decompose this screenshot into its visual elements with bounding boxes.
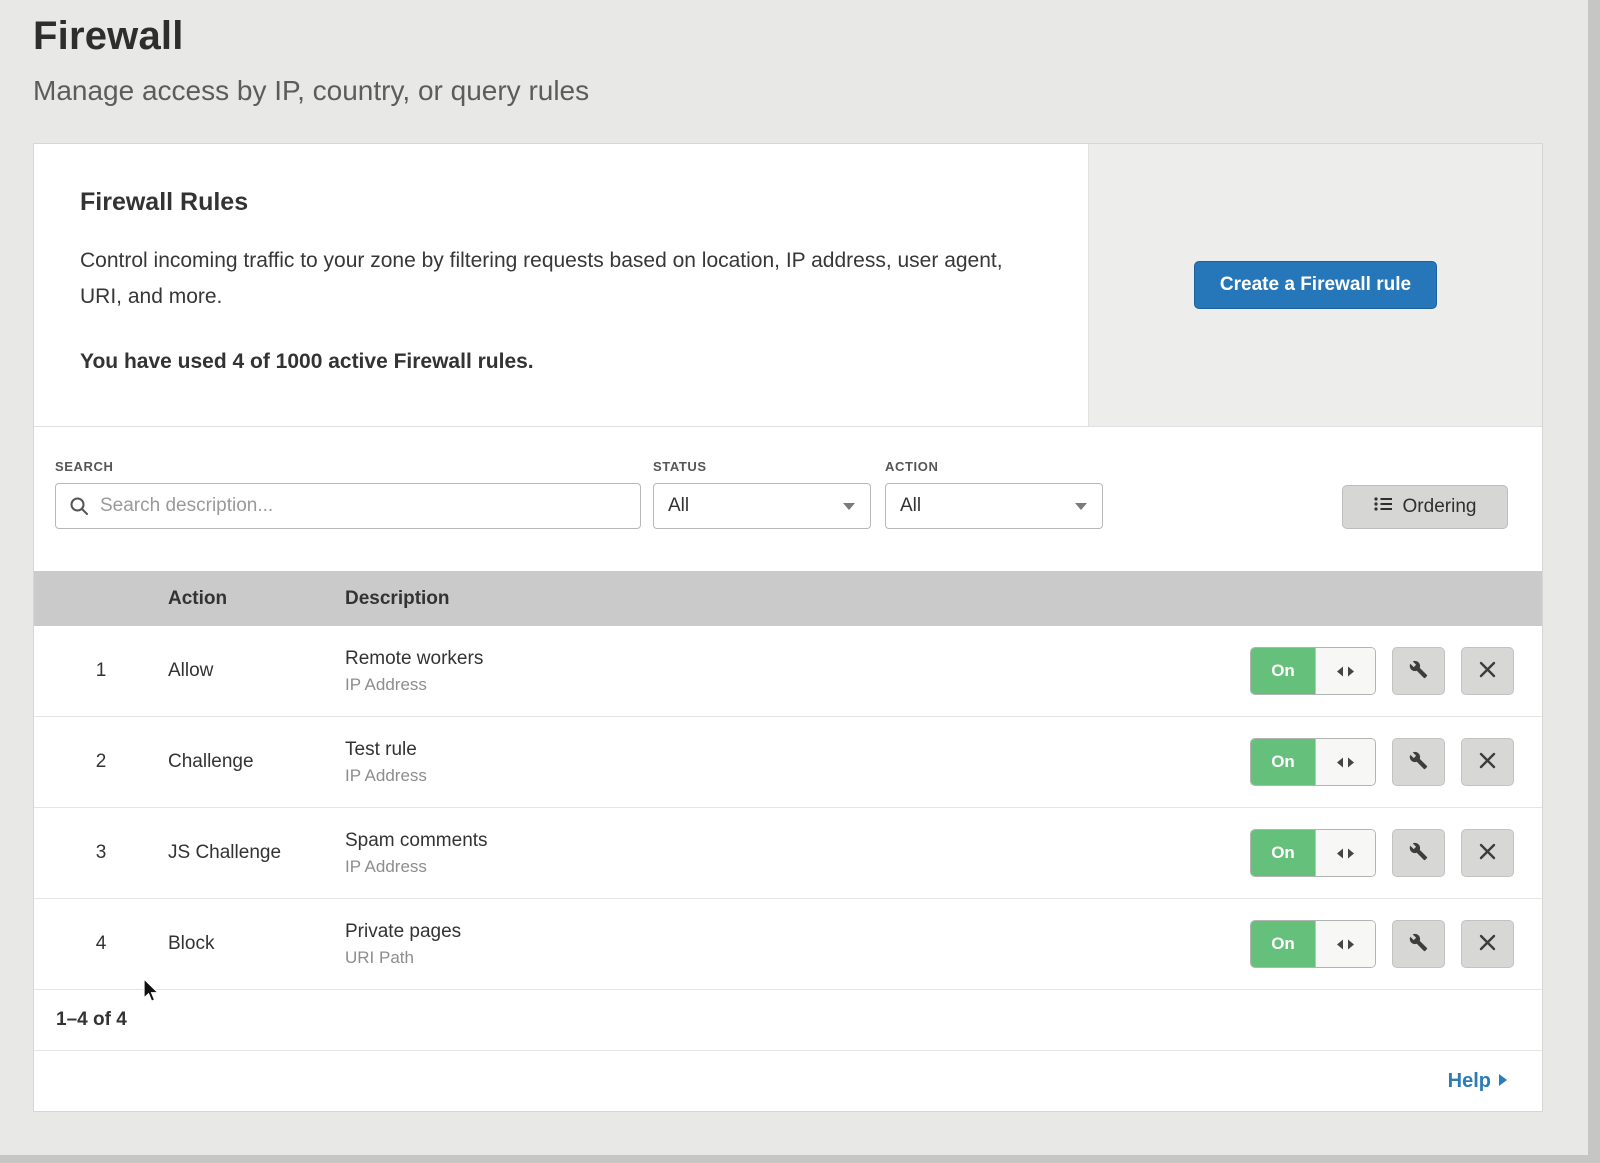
toggle-on-label[interactable]: On xyxy=(1251,739,1315,785)
rule-description: Private pages URI Path xyxy=(345,921,1250,968)
panel-description: Control incoming traffic to your zone by… xyxy=(80,243,1025,314)
wrench-icon xyxy=(1409,751,1428,773)
page-header: Firewall Manage access by IP, country, o… xyxy=(0,0,1600,107)
intro-text-block: Firewall Rules Control incoming traffic … xyxy=(34,144,1088,426)
pagination-text: 1–4 of 4 xyxy=(56,1009,127,1031)
create-rule-panel: Create a Firewall rule xyxy=(1088,144,1542,426)
rule-description: Test rule IP Address xyxy=(345,739,1250,786)
rule-title: Spam comments xyxy=(345,830,1250,852)
status-filter-group: STATUS All xyxy=(653,459,871,571)
help-link[interactable]: Help xyxy=(1448,1070,1508,1093)
delete-rule-button[interactable] xyxy=(1461,647,1514,695)
left-right-arrows-icon[interactable] xyxy=(1315,648,1375,694)
rule-match-type: URI Path xyxy=(345,948,1250,968)
action-select[interactable]: All xyxy=(885,483,1103,529)
rule-enabled-toggle[interactable]: On xyxy=(1250,920,1376,968)
close-icon xyxy=(1479,934,1496,954)
rule-match-type: IP Address xyxy=(345,766,1250,786)
rule-controls: On xyxy=(1250,647,1542,695)
rule-title: Private pages xyxy=(345,921,1250,943)
edit-rule-button[interactable] xyxy=(1392,647,1445,695)
rule-enabled-toggle[interactable]: On xyxy=(1250,647,1376,695)
left-right-arrows-icon[interactable] xyxy=(1315,830,1375,876)
rule-match-type: IP Address xyxy=(345,857,1250,877)
rule-action: Block xyxy=(168,933,345,955)
table-header: Action Description xyxy=(34,571,1542,626)
rule-number: 4 xyxy=(34,933,168,955)
delete-rule-button[interactable] xyxy=(1461,738,1514,786)
wrench-icon xyxy=(1409,660,1428,682)
rule-title: Test rule xyxy=(345,739,1250,761)
edit-rule-button[interactable] xyxy=(1392,738,1445,786)
rule-description: Remote workers IP Address xyxy=(345,648,1250,695)
rule-enabled-toggle[interactable]: On xyxy=(1250,738,1376,786)
table-row: 1 Allow Remote workers IP Address On xyxy=(34,626,1542,717)
action-filter-group: ACTION All xyxy=(885,459,1103,571)
rule-controls: On xyxy=(1250,920,1542,968)
wrench-icon xyxy=(1409,842,1428,864)
rule-controls: On xyxy=(1250,829,1542,877)
ordering-button[interactable]: Ordering xyxy=(1342,485,1508,529)
action-selected-value: All xyxy=(900,495,921,517)
rule-enabled-toggle[interactable]: On xyxy=(1250,829,1376,877)
close-icon xyxy=(1479,661,1496,681)
table-row: 4 Block Private pages URI Path On xyxy=(34,899,1542,990)
status-select[interactable]: All xyxy=(653,483,871,529)
edit-rule-button[interactable] xyxy=(1392,920,1445,968)
search-icon xyxy=(69,496,89,521)
close-icon xyxy=(1479,843,1496,863)
card-intro-section: Firewall Rules Control incoming traffic … xyxy=(34,144,1542,426)
search-label: SEARCH xyxy=(55,459,641,475)
rule-description: Spam comments IP Address xyxy=(345,830,1250,877)
toggle-on-label[interactable]: On xyxy=(1251,830,1315,876)
chevron-down-icon xyxy=(842,495,856,517)
left-right-arrows-icon[interactable] xyxy=(1315,739,1375,785)
help-link-label: Help xyxy=(1448,1070,1491,1093)
action-label: ACTION xyxy=(885,459,1103,475)
edit-rule-button[interactable] xyxy=(1392,829,1445,877)
delete-rule-button[interactable] xyxy=(1461,920,1514,968)
left-right-arrows-icon[interactable] xyxy=(1315,921,1375,967)
pagination: 1–4 of 4 xyxy=(34,990,1542,1051)
page-title: Firewall xyxy=(33,14,1600,59)
search-filter-group: SEARCH xyxy=(55,459,641,571)
card-footer: Help xyxy=(34,1051,1542,1111)
rule-match-type: IP Address xyxy=(345,675,1250,695)
rule-action: Challenge xyxy=(168,751,345,773)
rule-action: JS Challenge xyxy=(168,842,345,864)
arrow-right-icon xyxy=(1498,1070,1508,1093)
rule-number: 3 xyxy=(34,842,168,864)
create-firewall-rule-button[interactable]: Create a Firewall rule xyxy=(1194,261,1437,309)
rule-number: 1 xyxy=(34,660,168,682)
screen-edge-right xyxy=(1588,0,1600,1163)
panel-title: Firewall Rules xyxy=(80,188,1042,217)
close-icon xyxy=(1479,752,1496,772)
firewall-rules-card: Firewall Rules Control incoming traffic … xyxy=(33,143,1543,1112)
rule-action: Allow xyxy=(168,660,345,682)
toggle-on-label[interactable]: On xyxy=(1251,921,1315,967)
ordering-list-icon xyxy=(1374,496,1393,518)
ordering-button-label: Ordering xyxy=(1403,496,1477,518)
rule-controls: On xyxy=(1250,738,1542,786)
filters-bar: SEARCH STATUS All ACTION All xyxy=(34,426,1542,571)
rules-usage-text: You have used 4 of 1000 active Firewall … xyxy=(80,350,1042,374)
page-subtitle: Manage access by IP, country, or query r… xyxy=(33,75,1600,107)
column-description: Description xyxy=(345,588,1542,610)
search-input[interactable] xyxy=(55,483,641,529)
screen-edge-bottom xyxy=(0,1155,1600,1163)
ordering-wrap: Ordering xyxy=(1342,485,1508,571)
column-action: Action xyxy=(168,588,345,610)
rule-number: 2 xyxy=(34,751,168,773)
status-label: STATUS xyxy=(653,459,871,475)
chevron-down-icon xyxy=(1074,495,1088,517)
search-wrap xyxy=(55,483,641,529)
table-row: 3 JS Challenge Spam comments IP Address … xyxy=(34,808,1542,899)
wrench-icon xyxy=(1409,933,1428,955)
toggle-on-label[interactable]: On xyxy=(1251,648,1315,694)
status-selected-value: All xyxy=(668,495,689,517)
rule-title: Remote workers xyxy=(345,648,1250,670)
delete-rule-button[interactable] xyxy=(1461,829,1514,877)
table-row: 2 Challenge Test rule IP Address On xyxy=(34,717,1542,808)
